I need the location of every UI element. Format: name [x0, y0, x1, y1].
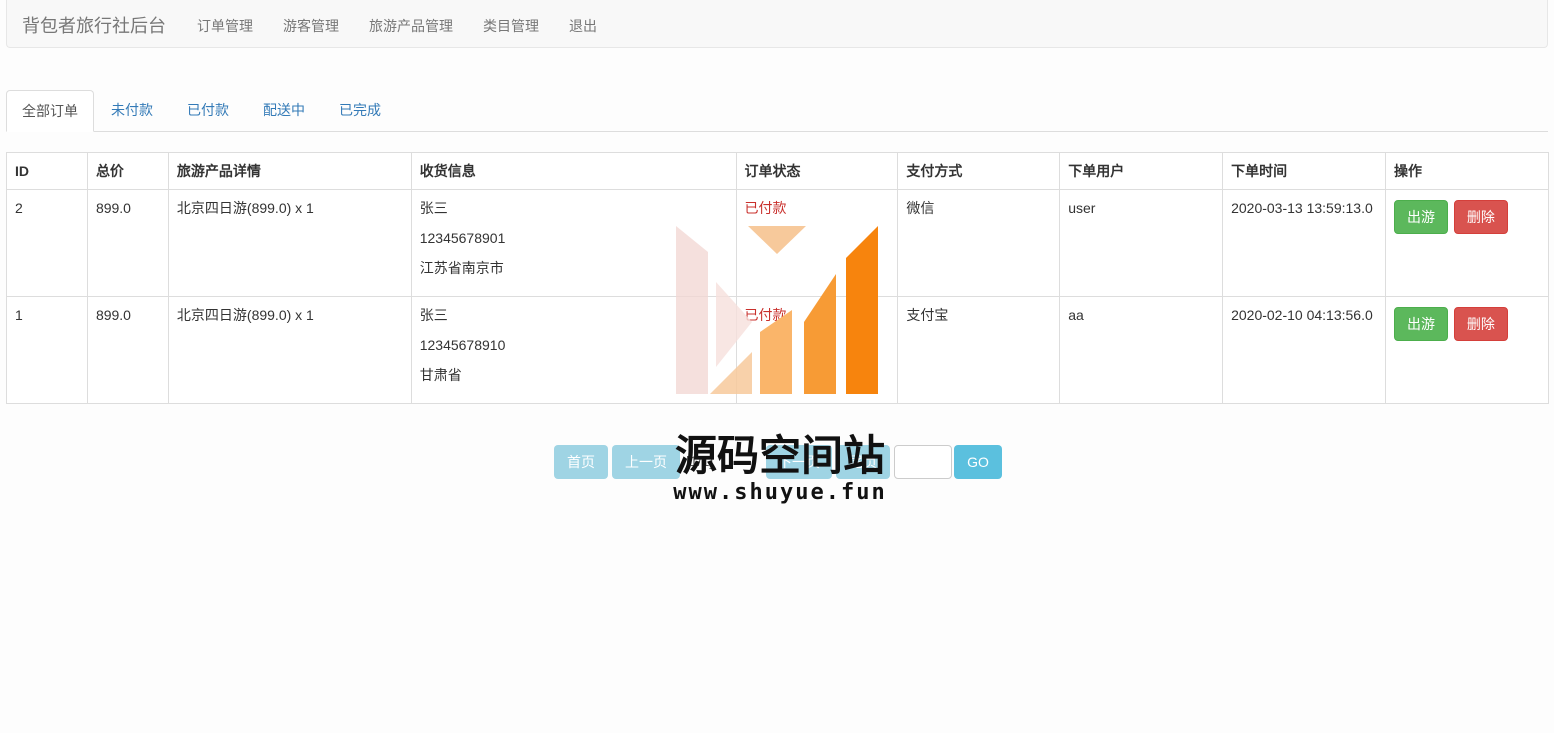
header-id: ID — [6, 152, 88, 190]
cell-receiver: 张三 12345678910 甘肃省 — [410, 296, 737, 404]
travel-button[interactable]: 出游 — [1394, 200, 1449, 234]
table-header-row: ID 总价 旅游产品详情 收货信息 订单状态 支付方式 下单用户 下单时间 操作 — [6, 152, 1549, 190]
table-row: 1 899.0 北京四日游(899.0) x 1 张三 12345678910 … — [6, 296, 1549, 404]
go-button[interactable]: GO — [954, 445, 1002, 479]
orders-table: ID 总价 旅游产品详情 收货信息 订单状态 支付方式 下单用户 下单时间 操作… — [6, 152, 1549, 404]
page-number-input[interactable] — [894, 445, 952, 479]
cell-total: 899.0 — [86, 189, 169, 297]
brand-title[interactable]: 背包者旅行社后台 — [22, 12, 166, 38]
tab-all-orders[interactable]: 全部订单 — [6, 90, 94, 132]
delete-button[interactable]: 删除 — [1453, 200, 1508, 234]
receiver-phone: 12345678901 — [419, 230, 506, 246]
tab-paid[interactable]: 已付款 — [187, 90, 229, 132]
cell-user: aa — [1059, 296, 1224, 404]
cell-id: 2 — [6, 189, 88, 297]
table-row: 2 899.0 北京四日游(899.0) x 1 张三 12345678901 … — [6, 189, 1549, 297]
cell-payment: 微信 — [897, 189, 1061, 297]
prev-page-button[interactable]: 上一页 — [612, 445, 680, 479]
cell-product: 北京四日游(899.0) x 1 — [167, 189, 412, 297]
header-product: 旅游产品详情 — [167, 152, 412, 190]
nav-product-management[interactable]: 旅游产品管理 — [369, 16, 453, 36]
receiver-phone: 12345678910 — [419, 337, 506, 353]
cell-receiver: 张三 12345678901 江苏省南京市 — [410, 189, 737, 297]
receiver-name: 张三 — [419, 307, 448, 323]
nav-category-management[interactable]: 类目管理 — [483, 16, 539, 36]
cell-actions: 出游 删除 — [1385, 296, 1549, 404]
cell-time: 2020-03-13 13:59:13.0 — [1222, 189, 1387, 297]
delete-button[interactable]: 删除 — [1453, 307, 1508, 341]
header-time: 下单时间 — [1222, 152, 1387, 190]
receiver-name: 张三 — [419, 200, 448, 216]
cell-actions: 出游 删除 — [1385, 189, 1549, 297]
top-navbar: 背包者旅行社后台 订单管理 游客管理 旅游产品管理 类目管理 退出 — [6, 0, 1548, 48]
page-indicator: [1/1] — [686, 453, 714, 469]
cell-status: 已付款 — [735, 296, 899, 404]
header-total: 总价 — [86, 152, 169, 190]
next-page-button[interactable]: 下一页 — [766, 445, 832, 479]
first-page-button[interactable]: 首页 — [554, 445, 608, 479]
order-status-tabs: 全部订单 未付款 已付款 配送中 已完成 — [6, 90, 1548, 132]
cell-time: 2020-02-10 04:13:56.0 — [1222, 296, 1387, 404]
nav-logout[interactable]: 退出 — [569, 16, 597, 36]
travel-button[interactable]: 出游 — [1394, 307, 1449, 341]
header-user: 下单用户 — [1059, 152, 1224, 190]
receiver-address: 甘肃省 — [419, 367, 462, 383]
last-page-button[interactable]: 尾页 — [836, 445, 890, 479]
nav-order-management[interactable]: 订单管理 — [197, 16, 253, 36]
cell-user: user — [1059, 189, 1224, 297]
header-status: 订单状态 — [735, 152, 899, 190]
cell-product: 北京四日游(899.0) x 1 — [167, 296, 412, 404]
tab-shipping[interactable]: 配送中 — [263, 90, 305, 132]
cell-payment: 支付宝 — [897, 296, 1061, 404]
header-payment: 支付方式 — [897, 152, 1061, 190]
cell-id: 1 — [6, 296, 88, 404]
header-actions: 操作 — [1385, 152, 1549, 190]
header-receiver: 收货信息 — [410, 152, 737, 190]
cell-total: 899.0 — [86, 296, 169, 404]
tab-completed[interactable]: 已完成 — [339, 90, 381, 132]
tab-unpaid[interactable]: 未付款 — [111, 90, 153, 132]
cell-status: 已付款 — [735, 189, 899, 297]
watermark-url: www.shuyue.fun — [673, 480, 887, 505]
receiver-address: 江苏省南京市 — [419, 260, 504, 276]
nav-tourist-management[interactable]: 游客管理 — [283, 16, 339, 36]
